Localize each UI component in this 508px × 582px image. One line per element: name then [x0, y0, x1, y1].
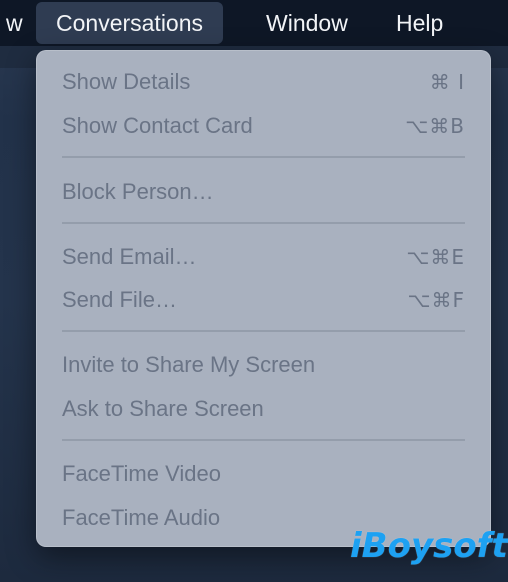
menu-item-label: Show Details	[62, 69, 191, 94]
menu-separator	[62, 222, 465, 224]
menubar-item-help[interactable]: Help	[396, 0, 443, 46]
menu-item-label: Show Contact Card	[62, 113, 253, 138]
menu-item-label: FaceTime Audio	[62, 505, 221, 530]
menubar-item-view[interactable]: w	[6, 0, 23, 46]
menubar-item-window[interactable]: Window	[266, 0, 348, 46]
menu-item-block-person[interactable]: Block Person…	[62, 174, 465, 210]
menu-item-label: Send Email…	[62, 244, 197, 269]
keyboard-shortcut: ⌥⌘B	[405, 114, 465, 138]
menu-item-send-file[interactable]: Send File… ⌥⌘F	[62, 282, 465, 318]
menu-item-invite-to-share-my-screen[interactable]: Invite to Share My Screen	[62, 347, 465, 383]
menu-bar: w Conversations Window Help	[0, 0, 508, 46]
menu-item-label: Invite to Share My Screen	[62, 352, 316, 377]
menu-item-ask-to-share-screen[interactable]: Ask to Share Screen	[62, 391, 465, 427]
keyboard-shortcut: ⌘ I	[429, 70, 465, 94]
menu-separator	[62, 330, 465, 332]
menu-item-facetime-video[interactable]: FaceTime Video	[62, 456, 465, 492]
conversations-dropdown-menu: Show Details ⌘ I Show Contact Card ⌥⌘B B…	[36, 50, 491, 547]
menu-item-show-contact-card[interactable]: Show Contact Card ⌥⌘B	[62, 108, 465, 144]
menu-item-show-details[interactable]: Show Details ⌘ I	[62, 64, 465, 100]
keyboard-shortcut: ⌥⌘E	[406, 245, 465, 269]
menu-item-label: Ask to Share Screen	[62, 396, 264, 421]
menu-item-label: Send File…	[62, 287, 177, 312]
menu-item-send-email[interactable]: Send Email… ⌥⌘E	[62, 239, 465, 275]
menu-item-label: Block Person…	[62, 179, 214, 204]
keyboard-shortcut: ⌥⌘F	[407, 288, 465, 312]
menu-item-label: FaceTime Video	[62, 461, 221, 486]
menubar-item-conversations[interactable]: Conversations	[36, 2, 224, 44]
menu-separator	[62, 439, 465, 441]
iboysoft-watermark-logo: iBoysoft	[350, 526, 508, 566]
menu-separator	[62, 156, 465, 158]
